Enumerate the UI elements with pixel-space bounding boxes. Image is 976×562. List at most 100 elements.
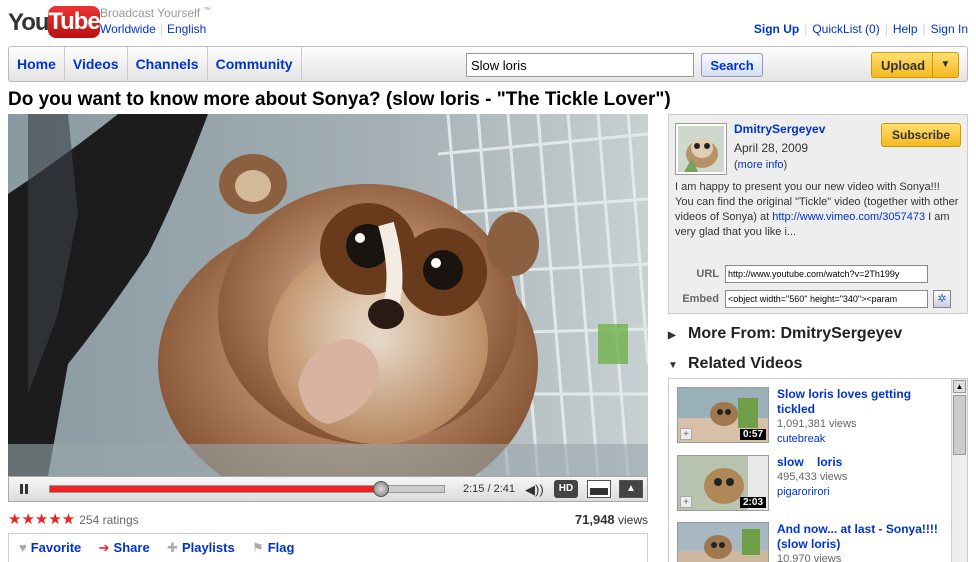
playlists-label: Playlists <box>181 540 235 555</box>
video-title: Do you want to know more about Sonya? (s… <box>8 89 671 110</box>
view-count-number: 71,948 <box>574 512 615 527</box>
tab-community[interactable]: Community <box>208 47 302 81</box>
more-info: (more info) <box>734 159 788 171</box>
heart-icon: ♥ <box>19 540 27 555</box>
tab-home[interactable]: Home <box>9 47 65 81</box>
duration-badge: 2:03 <box>739 497 766 508</box>
avatar[interactable] <box>675 123 727 175</box>
embed-label: Embed <box>682 293 719 305</box>
related-videos-section[interactable]: ▼ Related Videos <box>668 355 802 373</box>
add-to-quicklist-icon[interactable]: + <box>680 428 692 440</box>
playlists-button[interactable]: ✚ Playlists <box>167 540 235 556</box>
url-row: URL <box>675 265 963 283</box>
url-label: URL <box>696 268 719 280</box>
tagline: Broadcast Yourself ™ <box>100 6 210 20</box>
quicklist-link[interactable]: QuickList (0) <box>812 22 879 36</box>
top-links: Sign Up | QuickList (0) | Help | Sign In <box>753 22 968 36</box>
related-scrollbar[interactable]: ▲ <box>951 379 967 562</box>
embed-row: Embed ✲ <box>675 290 963 308</box>
related-videos-label: Related Videos <box>688 355 803 372</box>
ratings-count: 254 ratings <box>79 513 139 527</box>
related-videos-list: + 0:57 Slow loris loves getting tickled … <box>668 378 968 562</box>
volume-icon[interactable]: ◀)) <box>525 482 544 498</box>
subscribe-button[interactable]: Subscribe <box>881 123 961 147</box>
search-button[interactable]: Search <box>701 53 763 77</box>
hd-button[interactable]: HD <box>554 480 578 498</box>
sign-in-link[interactable]: Sign In <box>931 22 968 36</box>
action-bar: ♥ Favorite ➔ Share ✚ Playlists ⚑ Flag <box>8 533 648 562</box>
video-thumbnail[interactable] <box>677 522 769 562</box>
logo-tube: Tube <box>48 6 101 38</box>
favorite-label: Favorite <box>30 540 82 555</box>
search-input[interactable] <box>466 53 694 77</box>
scroll-up-icon[interactable]: ▲ <box>953 380 966 393</box>
avatar-image <box>678 126 724 172</box>
gear-icon[interactable]: ✲ <box>933 290 951 308</box>
description-link[interactable]: http://www.vimeo.com/3057473 <box>772 211 925 223</box>
list-item[interactable]: + 2:03 slow loris 495,433 views pigarori… <box>677 455 947 517</box>
video-frame-image <box>8 114 648 476</box>
list-item[interactable]: + 0:57 Slow loris loves getting tickled … <box>677 387 947 449</box>
tagline-text: Broadcast Yourself <box>100 6 201 20</box>
tab-channels[interactable]: Channels <box>128 47 208 81</box>
channel-name-link[interactable]: DmitrySergeyev <box>734 122 825 136</box>
collapse-triangle-icon: ▼ <box>668 360 678 371</box>
upload-button[interactable]: Upload ▼ <box>871 52 959 78</box>
upload-label: Upload <box>881 57 926 73</box>
progress-handle[interactable] <box>372 481 389 497</box>
thumbnail-image <box>678 523 768 562</box>
time-display: 2:15 / 2:41 <box>463 483 515 495</box>
related-video-user[interactable]: cutebreak <box>777 433 825 445</box>
worldwide-link[interactable]: Worldwide <box>100 22 156 36</box>
related-video-title[interactable]: slow loris <box>777 455 945 470</box>
locale-links: Worldwide | English <box>100 22 207 36</box>
nav-bar: Home Videos Channels Community Search Up… <box>8 46 968 82</box>
list-item[interactable]: And now... at last - Sonya!!!! (slow lor… <box>677 522 947 562</box>
upload-dropdown-icon[interactable]: ▼ <box>932 53 958 77</box>
related-video-views: 1,091,381 views <box>777 418 857 430</box>
view-count-label: views <box>614 513 648 527</box>
scroll-thumb[interactable] <box>953 395 966 455</box>
expand-icon[interactable]: ▲ <box>619 480 643 498</box>
ratings: ★★★★★ 254 ratings <box>8 510 139 528</box>
share-label: Share <box>113 540 150 555</box>
flag-label: Flag <box>267 540 295 555</box>
more-from-section[interactable]: ▶ More From: DmitrySergeyev <box>668 325 902 343</box>
help-link[interactable]: Help <box>893 22 918 36</box>
youtube-logo[interactable]: You Tube <box>8 5 101 39</box>
sign-up-link[interactable]: Sign Up <box>754 22 799 36</box>
progress-bar[interactable] <box>49 481 445 497</box>
channel-info-box: DmitrySergeyev April 28, 2009 (more info… <box>668 114 968 314</box>
related-video-views: 10,970 views <box>777 553 842 562</box>
share-button[interactable]: ➔ Share <box>99 540 150 556</box>
player-size-icon[interactable] <box>587 480 611 498</box>
related-video-views: 495,433 views <box>777 471 848 483</box>
share-arrow-icon: ➔ <box>98 540 110 555</box>
more-from-label: More From: DmitrySergeyev <box>688 325 903 342</box>
progress-fill <box>50 486 381 492</box>
tab-videos[interactable]: Videos <box>65 47 128 81</box>
upload-date: April 28, 2009 <box>734 141 809 155</box>
video-thumbnail[interactable]: + 2:03 <box>677 455 769 511</box>
player-controls: 2:15 / 2:41 ◀)) HD ▲ <box>8 476 648 502</box>
pause-icon[interactable] <box>15 480 33 498</box>
video-thumbnail[interactable]: + 0:57 <box>677 387 769 443</box>
embed-field[interactable] <box>725 290 928 308</box>
favorite-button[interactable]: ♥ Favorite <box>19 540 81 555</box>
english-link[interactable]: English <box>167 22 206 36</box>
url-field[interactable] <box>725 265 928 283</box>
expand-triangle-icon: ▶ <box>668 330 676 341</box>
add-to-quicklist-icon[interactable]: + <box>680 496 692 508</box>
more-info-link[interactable]: more info <box>738 159 784 171</box>
related-video-title[interactable]: Slow loris loves getting tickled <box>777 387 945 417</box>
flag-button[interactable]: ⚑ Flag <box>252 540 294 556</box>
plus-icon: ✚ <box>167 540 178 555</box>
related-video-user[interactable]: pigarorirori <box>777 486 830 498</box>
video-player[interactable] <box>8 114 648 476</box>
flag-icon: ⚑ <box>252 540 264 555</box>
video-description: I am happy to present you our new video … <box>675 180 961 240</box>
related-video-title[interactable]: And now... at last - Sonya!!!! (slow lor… <box>777 522 945 552</box>
view-count: 71,948 views <box>575 512 648 527</box>
star-rating-icon[interactable]: ★★★★★ <box>8 511 75 528</box>
duration-badge: 0:57 <box>739 429 766 440</box>
